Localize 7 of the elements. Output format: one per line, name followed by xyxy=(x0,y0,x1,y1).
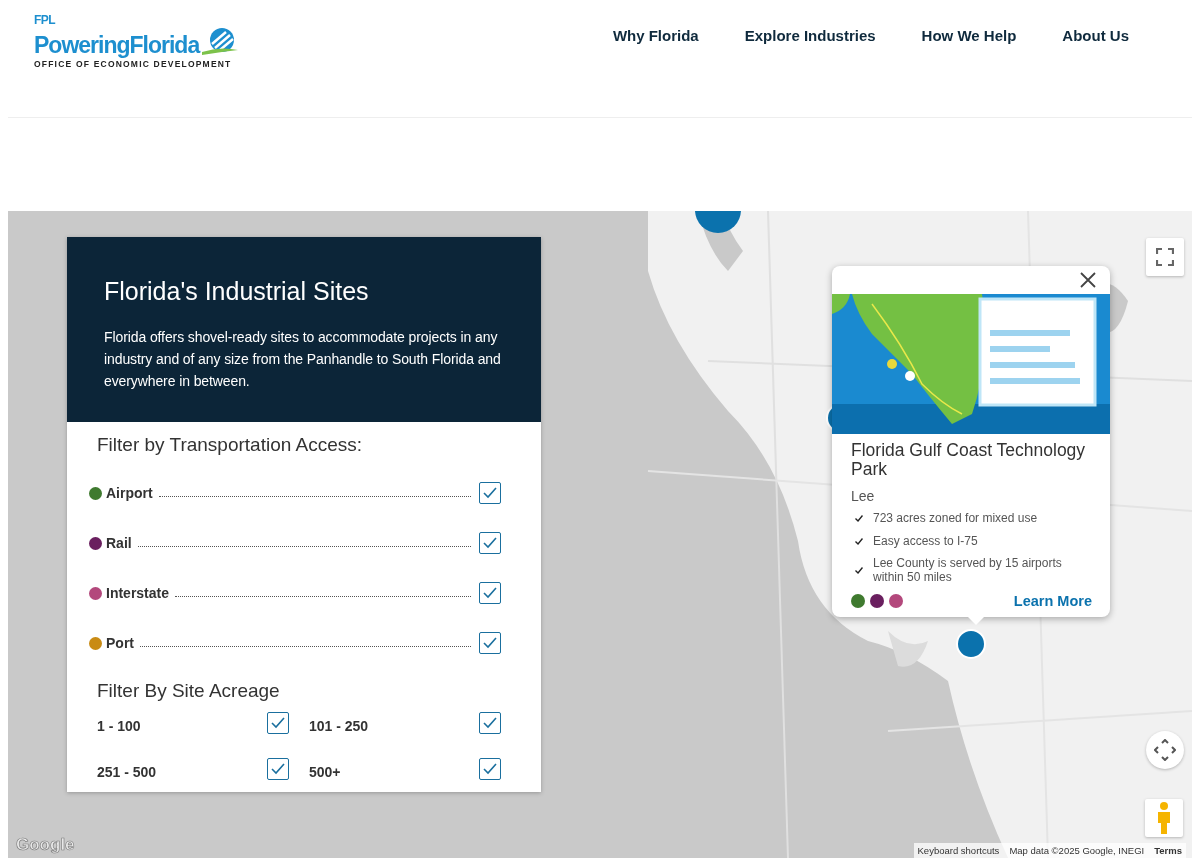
nav-link[interactable]: How We Help xyxy=(898,27,1040,44)
logo-tagline: OFFICE OF ECONOMIC DEVELOPMENT xyxy=(34,59,233,69)
nav-link[interactable]: Why Florida xyxy=(589,27,722,44)
logo-brand: FPL xyxy=(34,14,56,26)
nav-link[interactable]: Explore Industries xyxy=(721,27,899,44)
nav-link[interactable]: About Us xyxy=(1039,27,1152,44)
logo-name[interactable]: PoweringFlorida xyxy=(34,34,200,56)
